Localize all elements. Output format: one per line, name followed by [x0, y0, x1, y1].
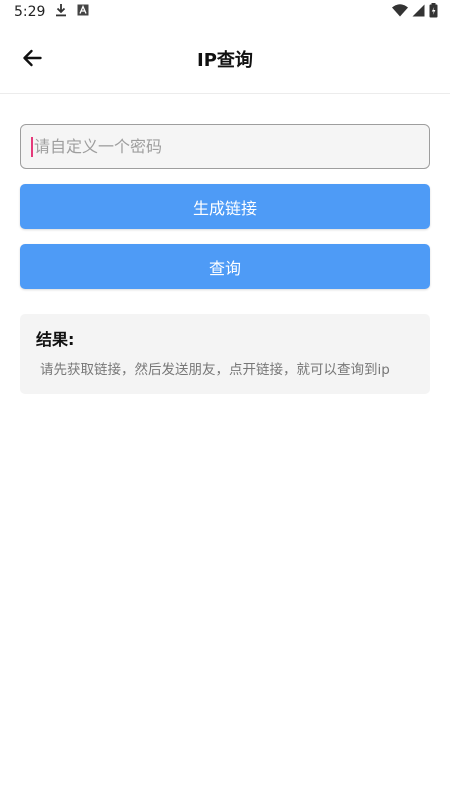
status-time: 5:29 — [14, 4, 46, 20]
status-bar: 5:29 — [0, 0, 450, 24]
signal-icon — [412, 4, 425, 21]
a-badge-icon — [77, 4, 89, 20]
battery-icon — [429, 2, 438, 22]
text-caret — [31, 136, 33, 157]
query-button[interactable]: 查询 — [20, 244, 430, 289]
result-title: 结果: — [36, 330, 75, 349]
status-right — [392, 2, 438, 22]
generate-link-button[interactable]: 生成链接 — [20, 184, 430, 229]
password-field-container[interactable] — [20, 124, 430, 169]
page-title: IP查询 — [197, 50, 253, 71]
wifi-icon — [392, 3, 408, 21]
download-icon — [55, 3, 67, 21]
password-input[interactable] — [34, 126, 429, 167]
result-card: 结果: 请先获取链接，然后发送朋友，点开链接，就可以查询到ip — [20, 314, 430, 394]
app-bar: IP查询 — [0, 24, 450, 94]
status-left: 5:29 — [14, 3, 89, 21]
result-text: 请先获取链接，然后发送朋友，点开链接，就可以查询到ip — [40, 362, 390, 378]
